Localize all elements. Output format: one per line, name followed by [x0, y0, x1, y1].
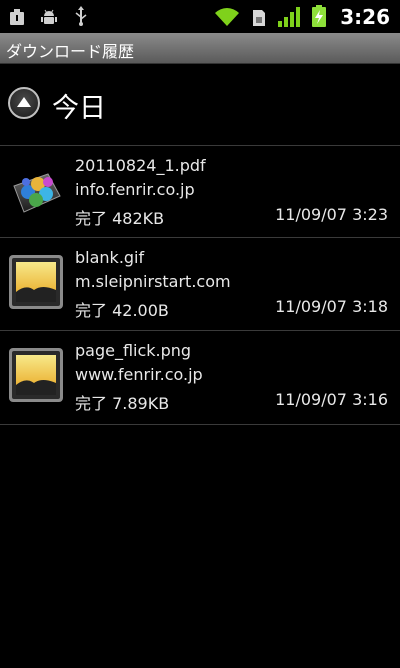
file-status: 完了 7.89KB: [75, 394, 170, 413]
status-time: 3:26: [340, 5, 390, 29]
divider: [0, 424, 400, 425]
image-file-icon: [8, 254, 64, 310]
status-bar: 3:26: [0, 0, 400, 33]
status-right-icons: 3:26: [214, 5, 390, 29]
status-left-icons: [8, 6, 90, 26]
file-source: info.fenrir.co.jp: [75, 180, 195, 199]
image-file-icon: [8, 347, 64, 403]
download-item[interactable]: 20110824_1.pdf info.fenrir.co.jp 完了 482K…: [0, 146, 400, 236]
collapse-up-icon[interactable]: [8, 87, 40, 119]
title-bar: ダウンロード履歴: [0, 33, 400, 64]
battery-charging-icon: [312, 5, 327, 27]
file-name: blank.gif: [75, 248, 145, 267]
file-source: www.fenrir.co.jp: [75, 365, 203, 384]
file-status: 完了 42.00B: [75, 301, 169, 320]
pdf-file-icon: [8, 162, 64, 218]
file-status: 完了 482KB: [75, 209, 165, 228]
signal-icon: [278, 7, 302, 27]
wifi-icon: [214, 7, 240, 27]
file-name: 20110824_1.pdf: [75, 156, 206, 175]
section-label: 今日: [52, 93, 106, 124]
section-header-today[interactable]: 今日: [0, 80, 400, 132]
download-item[interactable]: blank.gif m.sleipnirstart.com 完了 42.00B …: [0, 238, 400, 328]
sim-icon: [250, 7, 268, 27]
file-name: page_flick.png: [75, 341, 192, 360]
usb-icon: [72, 6, 90, 26]
page-title: ダウンロード履歴: [6, 42, 135, 61]
file-timestamp: 11/09/07 3:16: [275, 390, 388, 409]
file-timestamp: 11/09/07 3:23: [275, 205, 388, 224]
usb-storage-icon: [8, 6, 26, 26]
file-timestamp: 11/09/07 3:18: [275, 297, 388, 316]
android-debug-icon: [40, 6, 58, 26]
file-source: m.sleipnirstart.com: [75, 272, 231, 291]
download-item[interactable]: page_flick.png www.fenrir.co.jp 完了 7.89K…: [0, 331, 400, 421]
